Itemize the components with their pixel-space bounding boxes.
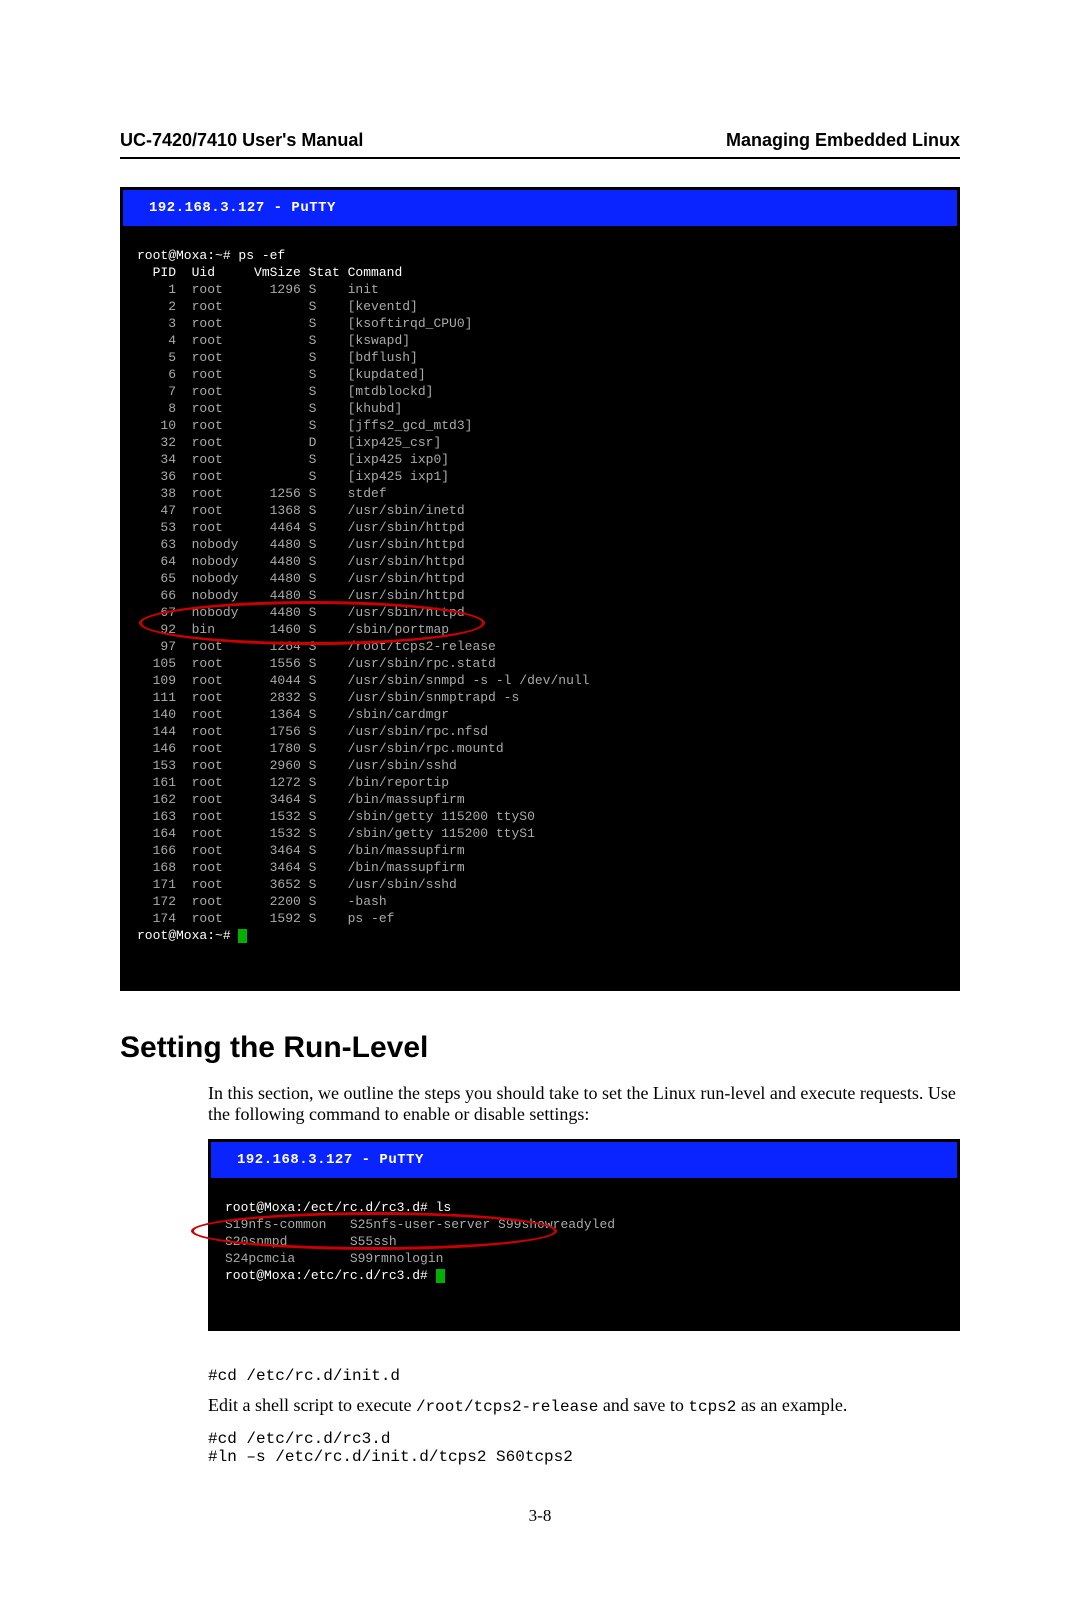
table-row: 105 root 1556 S /usr/sbin/rpc.statd [137,656,496,671]
table-row: 66 nobody 4480 S /usr/sbin/httpd [137,588,465,603]
table-row: 7 root S [mtdblockd] [137,384,433,399]
terminal-line: S24pcmcia S99rmnologin [225,1251,443,1266]
terminal-prompt-line: root@Moxa:~# ps -ef [137,248,285,263]
table-row: 153 root 2960 S /usr/sbin/sshd [137,758,457,773]
header-left: UC-7420/7410 User's Manual [120,130,363,151]
page-number: 3-8 [120,1506,960,1526]
terminal-titlebar[interactable]: 192.168.3.127 - PuTTY [123,190,957,226]
table-row: 4 root S [kswapd] [137,333,410,348]
table-row: 161 root 1272 S /bin/reportip [137,775,449,790]
table-row: 162 root 3464 S /bin/massupfirm [137,792,465,807]
code-inline: /root/tcps2-release [416,1398,598,1416]
table-row: 168 root 3464 S /bin/massupfirm [137,860,465,875]
page-header: UC-7420/7410 User's Manual Managing Embe… [120,130,960,159]
table-row: 32 root D [ixp425_csr] [137,435,441,450]
table-row: 34 root S [ixp425 ixp0] [137,452,449,467]
table-row: 163 root 1532 S /sbin/getty 115200 ttyS0 [137,809,535,824]
table-row: 53 root 4464 S /usr/sbin/httpd [137,520,465,535]
table-row: 111 root 2832 S /usr/sbin/snmptrapd -s [137,690,519,705]
table-row: 38 root 1256 S stdef [137,486,387,501]
table-row: 10 root S [jffs2_gcd_mtd3] [137,418,472,433]
terminal-window-ls: 192.168.3.127 - PuTTY root@Moxa:/ect/rc.… [208,1139,960,1331]
table-row: 2 root S [keventd] [137,299,418,314]
intro-paragraph: In this section, we outline the steps yo… [120,1083,960,1125]
cursor-icon [436,1269,445,1283]
table-row: 3 root S [ksoftirqd_CPU0] [137,316,472,331]
terminal-titlebar[interactable]: 192.168.3.127 - PuTTY [211,1142,957,1178]
table-row: 174 root 1592 S ps -ef [137,911,394,926]
table-row: 64 nobody 4480 S /usr/sbin/httpd [137,554,465,569]
table-row: 92 bin 1460 S /sbin/portmap [137,622,449,637]
edit-paragraph: Edit a shell script to execute /root/tcp… [120,1395,960,1416]
terminal-prompt-line: root@Moxa:/etc/rc.d/rc3.d# [225,1268,445,1283]
table-row: 47 root 1368 S /usr/sbin/inetd [137,503,465,518]
terminal-line: root@Moxa:/ect/rc.d/rc3.d# ls [225,1200,451,1215]
table-row: 1 root 1296 S init [137,282,379,297]
document-page: UC-7420/7410 User's Manual Managing Embe… [0,0,1080,1606]
table-row: 171 root 3652 S /usr/sbin/sshd [137,877,457,892]
table-row: 36 root S [ixp425 ixp1] [137,469,449,484]
table-row: 164 root 1532 S /sbin/getty 115200 ttyS1 [137,826,535,841]
code-inline: tcps2 [688,1398,736,1416]
section-heading: Setting the Run-Level [120,1031,960,1065]
cursor-icon [238,929,247,943]
table-row: 166 root 3464 S /bin/massupfirm [137,843,465,858]
table-row: 146 root 1780 S /usr/sbin/rpc.mountd [137,741,504,756]
table-row: 109 root 4044 S /usr/sbin/snmpd -s -l /d… [137,673,589,688]
table-row: 67 nobody 4480 S /usr/sbin/httpd [137,605,465,620]
terminal-body[interactable]: root@Moxa:/ect/rc.d/rc3.d# ls S19nfs-com… [211,1178,957,1328]
table-row: 65 nobody 4480 S /usr/sbin/httpd [137,571,465,586]
ps-header-line: PID Uid VmSize Stat Command [137,265,402,280]
table-row: 6 root S [kupdated] [137,367,426,382]
command-block: #cd /etc/rc.d/rc3.d #ln –s /etc/rc.d/ini… [120,1430,960,1466]
table-row: 63 nobody 4480 S /usr/sbin/httpd [137,537,465,552]
header-right: Managing Embedded Linux [726,130,960,151]
terminal-prompt-line: root@Moxa:~# [137,928,247,943]
command-block: #cd /etc/rc.d/init.d [120,1367,960,1385]
table-row: 5 root S [bdflush] [137,350,418,365]
table-row: 172 root 2200 S -bash [137,894,387,909]
terminal-line: S20snmpd S55ssh [225,1234,397,1249]
table-row: 8 root S [khubd] [137,401,402,416]
terminal-window-ps: 192.168.3.127 - PuTTY root@Moxa:~# ps -e… [120,187,960,991]
table-row: 140 root 1364 S /sbin/cardmgr [137,707,449,722]
terminal-body[interactable]: root@Moxa:~# ps -ef PID Uid VmSize Stat … [123,226,957,988]
table-row: 97 root 1264 S /root/tcps2-release [137,639,496,654]
table-row: 144 root 1756 S /usr/sbin/rpc.nfsd [137,724,488,739]
terminal-line: S19nfs-common S25nfs-user-server S99show… [225,1217,615,1232]
